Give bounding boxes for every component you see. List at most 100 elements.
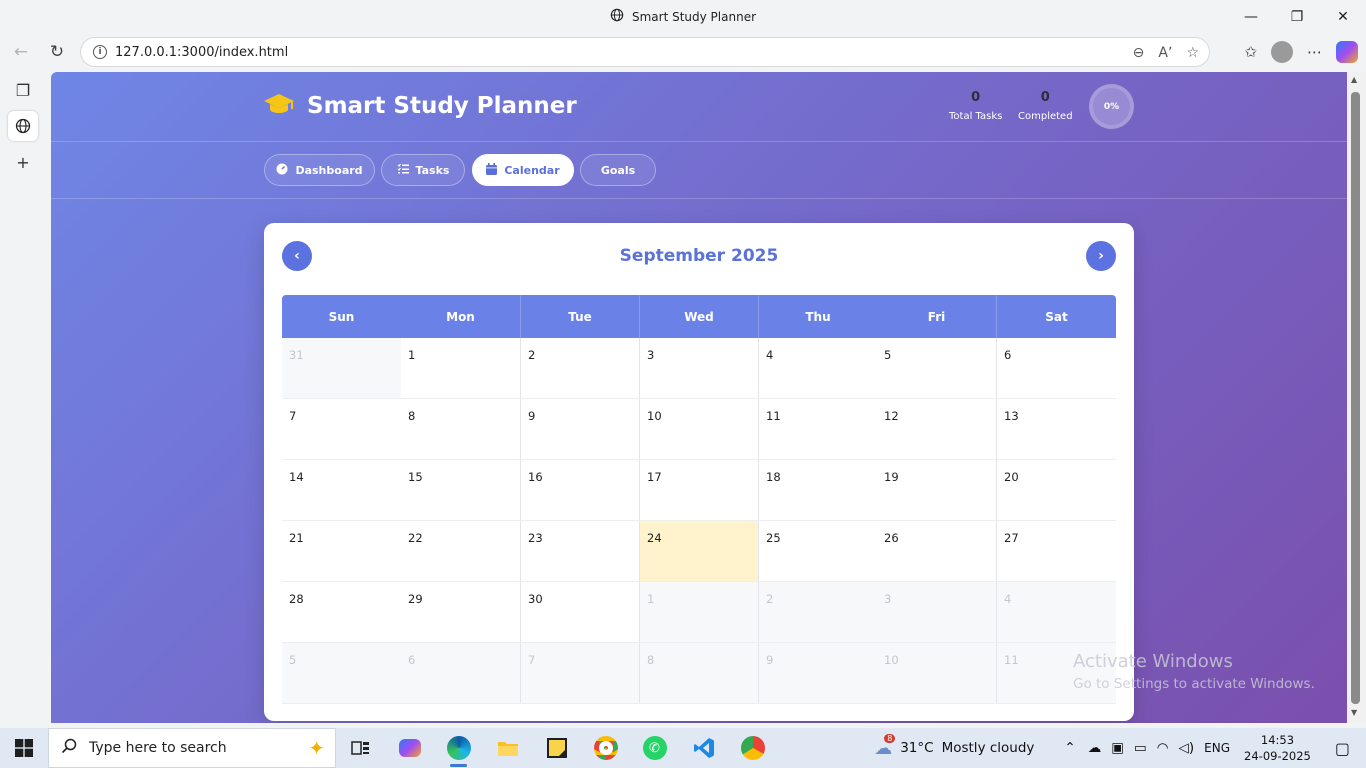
calendar-day[interactable]: 3 [639, 338, 758, 398]
calendar-day[interactable]: 9 [520, 399, 639, 459]
calendar-day[interactable]: 3 [877, 582, 996, 642]
calendar-day[interactable]: 12 [877, 399, 996, 459]
chevron-right-icon: › [1098, 248, 1104, 264]
calendar-day[interactable]: 8 [639, 643, 758, 703]
wifi-icon[interactable]: ◠ [1157, 740, 1169, 756]
calendar-day[interactable]: 17 [639, 460, 758, 520]
total-tasks-stat: 0 Total Tasks [949, 90, 1002, 122]
calendar-day[interactable]: 7 [520, 643, 639, 703]
battery-icon[interactable]: ▭ [1134, 740, 1147, 756]
chrome-profile-s-icon[interactable] [581, 728, 630, 768]
calendar-day[interactable]: 1 [639, 582, 758, 642]
calendar-week-row: 14 15 16 17 18 19 20 [282, 460, 1116, 521]
edge-browser-icon[interactable] [434, 728, 483, 768]
site-info-icon[interactable]: i [93, 45, 107, 59]
calendar-day[interactable]: 1 [401, 338, 520, 398]
calendar-day[interactable]: 18 [758, 460, 877, 520]
weather-description[interactable]: Mostly cloudy [942, 740, 1035, 756]
chevron-up-icon[interactable]: ⌃ [1064, 740, 1075, 756]
calendar-day[interactable]: 7 [282, 399, 401, 459]
restore-button[interactable]: ❐ [1274, 0, 1320, 33]
calendar-day[interactable]: 4 [758, 338, 877, 398]
scroll-up-arrow[interactable]: ▲ [1351, 75, 1357, 84]
vscode-icon[interactable] [679, 728, 728, 768]
favorites-icon[interactable]: ✩ [1244, 43, 1257, 61]
calendar-day[interactable]: 19 [877, 460, 996, 520]
calendar-day[interactable]: 8 [401, 399, 520, 459]
minimize-button[interactable]: — [1228, 0, 1274, 33]
calendar-day[interactable]: 21 [282, 521, 401, 581]
language-indicator[interactable]: ENG [1204, 741, 1230, 755]
calendar-day[interactable]: 22 [401, 521, 520, 581]
onedrive-cloud-icon[interactable]: ☁ [1088, 740, 1102, 756]
whatsapp-icon[interactable]: ✆ [630, 728, 679, 768]
zoom-out-icon[interactable]: ⊖ [1133, 45, 1145, 61]
clock[interactable]: 14:53 24-09-2025 [1244, 732, 1311, 764]
calendar-day[interactable]: 25 [758, 521, 877, 581]
task-view-icon[interactable] [336, 728, 385, 768]
weather-temperature[interactable]: 31°C [900, 740, 933, 756]
sticky-notes-icon[interactable] [532, 728, 581, 768]
calendar-day[interactable]: 5 [877, 338, 996, 398]
copilot-icon[interactable] [1336, 41, 1358, 63]
calendar-day[interactable]: 23 [520, 521, 639, 581]
prev-month-button[interactable]: ‹ [282, 241, 312, 271]
search-placeholder: Type here to search [89, 740, 227, 756]
calendar-day[interactable]: 10 [639, 399, 758, 459]
calendar-day[interactable]: 27 [996, 521, 1116, 581]
notifications-icon[interactable]: ▢ [1335, 739, 1350, 758]
favorite-star-icon[interactable]: ☆ [1186, 45, 1199, 61]
calendar-day[interactable]: 5 [282, 643, 401, 703]
address-bar[interactable]: i 127.0.0.1:3000/index.html ⊖ Aʼ ☆ [80, 37, 1210, 67]
tab-calendar[interactable]: Calendar [472, 154, 574, 186]
graduation-cap-icon [263, 92, 295, 120]
weekday-header: Fri [927, 309, 946, 324]
close-button[interactable]: ✕ [1320, 0, 1366, 33]
tab-actions-icon[interactable]: ❐ [8, 75, 38, 105]
profile-avatar[interactable] [1271, 41, 1293, 63]
calendar-day[interactable]: 28 [282, 582, 401, 642]
calendar-day[interactable]: 31 [282, 338, 401, 398]
calendar-day[interactable]: 6 [401, 643, 520, 703]
taskbar-search[interactable]: Type here to search ✦ [48, 728, 336, 768]
calendar-day[interactable]: 11 [758, 399, 877, 459]
scrollbar-thumb[interactable] [1351, 92, 1360, 704]
volume-icon[interactable]: ◁) [1179, 740, 1195, 756]
calendar-day[interactable]: 13 [996, 399, 1116, 459]
tab-tasks-label: Tasks [415, 163, 450, 177]
copilot-app-icon[interactable] [385, 728, 434, 768]
calendar-day[interactable]: 14 [282, 460, 401, 520]
scroll-down-arrow[interactable]: ▼ [1351, 708, 1357, 717]
tab-tasks[interactable]: Tasks [381, 154, 465, 186]
tab-goals[interactable]: Goals [580, 154, 656, 186]
calendar-day[interactable]: 29 [401, 582, 520, 642]
chrome-profile-c-icon[interactable] [728, 728, 777, 768]
calendar-day[interactable]: 6 [996, 338, 1116, 398]
refresh-button[interactable]: ↻ [42, 37, 72, 67]
read-aloud-icon[interactable]: Aʼ [1158, 45, 1172, 61]
calendar-day[interactable]: 26 [877, 521, 996, 581]
next-month-button[interactable]: › [1086, 241, 1116, 271]
calendar-day[interactable]: 4 [996, 582, 1116, 642]
more-menu-icon[interactable]: ⋯ [1307, 43, 1322, 61]
calendar-day[interactable]: 16 [520, 460, 639, 520]
page-scrollbar[interactable]: ▲ ▼ [1347, 72, 1366, 723]
file-explorer-icon[interactable] [483, 728, 532, 768]
calendar-day[interactable]: 15 [401, 460, 520, 520]
calendar-day[interactable]: 30 [520, 582, 639, 642]
activate-windows-watermark: Activate Windows Go to Settings to activ… [1073, 651, 1315, 692]
new-tab-icon[interactable]: + [8, 147, 38, 177]
meet-now-icon[interactable]: ▣ [1111, 740, 1124, 756]
calendar-day-today[interactable]: 24 [639, 521, 758, 581]
tab-dashboard[interactable]: Dashboard [264, 154, 375, 186]
calendar-day[interactable]: 9 [758, 643, 877, 703]
calendar-day[interactable]: 2 [520, 338, 639, 398]
calendar-week-row: 5 6 7 8 9 10 11 [282, 643, 1116, 704]
active-tab-globe-icon[interactable] [8, 111, 38, 141]
calendar-day[interactable]: 20 [996, 460, 1116, 520]
weather-cloud-icon[interactable]: ☁ 8 [874, 733, 896, 759]
calendar-day[interactable]: 10 [877, 643, 996, 703]
start-button[interactable] [0, 728, 48, 768]
back-button[interactable]: ← [6, 37, 36, 67]
calendar-day[interactable]: 2 [758, 582, 877, 642]
